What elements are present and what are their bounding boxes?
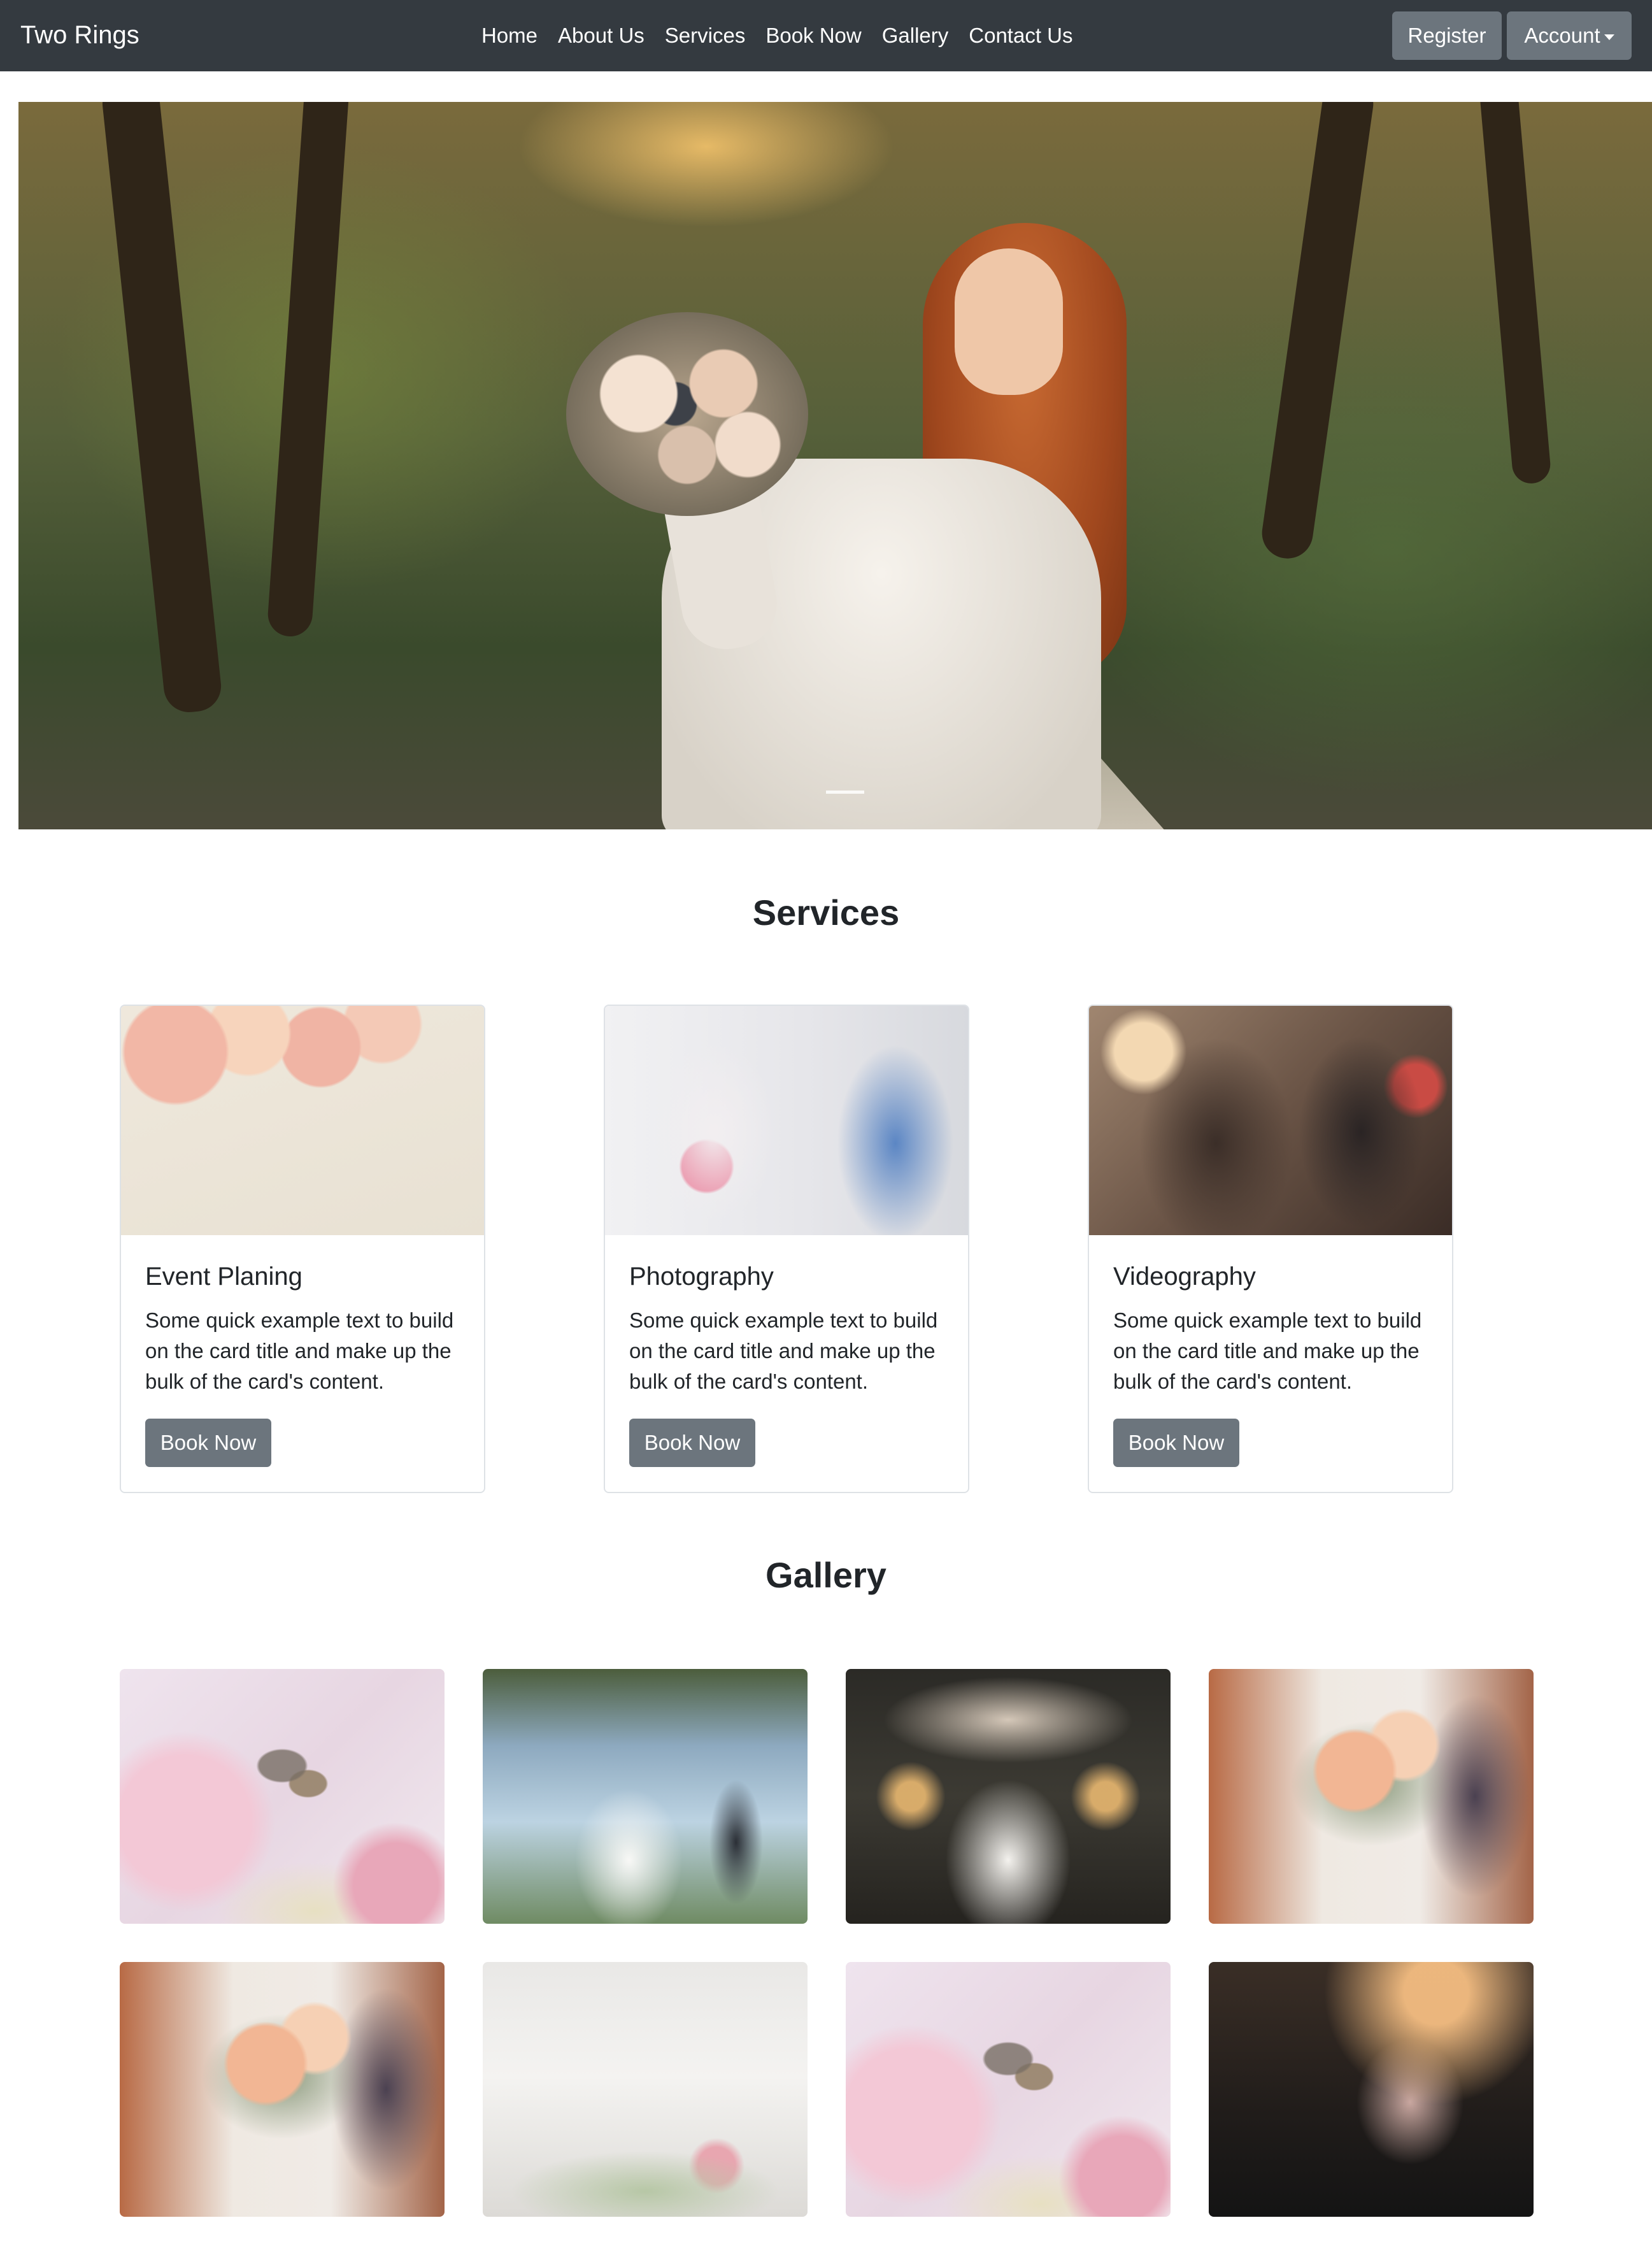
service-card-videography: Videography Some quick example text to b…: [1088, 1005, 1453, 1493]
bouquet: [566, 312, 808, 516]
brand-logo[interactable]: Two Rings: [20, 19, 139, 51]
gallery-image-bouquet-dark[interactable]: [1209, 1962, 1534, 2217]
photographer-image: [605, 1006, 968, 1235]
register-button-label: Register: [1407, 24, 1486, 47]
gallery-image-rings[interactable]: [846, 1962, 1171, 2217]
gallery-image-couple-night[interactable]: [846, 1669, 1171, 1924]
nav-link-services[interactable]: Services: [665, 20, 746, 51]
card-title: Event Planing: [145, 1263, 303, 1291]
card-title: Photography: [629, 1263, 774, 1291]
navbar: Two Rings Home About Us Services Book No…: [0, 0, 1652, 71]
nav-link-about-us[interactable]: About Us: [558, 20, 644, 51]
service-card-photography: Photography Some quick example text to b…: [604, 1005, 969, 1493]
caret-down-icon: [1604, 34, 1614, 40]
card-text: Some quick example text to build on the …: [1113, 1308, 1422, 1393]
nav-link-book-now[interactable]: Book Now: [765, 20, 861, 51]
gallery-image-couple-outdoor[interactable]: [483, 1669, 808, 1924]
gallery-heading: Gallery: [765, 1555, 887, 1595]
card-text: Some quick example text to build on the …: [629, 1308, 938, 1393]
nav-link-home[interactable]: Home: [481, 20, 538, 51]
card-title: Videography: [1113, 1263, 1256, 1291]
gallery-image-bouquet[interactable]: [120, 1962, 445, 2217]
service-card-event-planning: Event Planing Some quick example text to…: [120, 1005, 485, 1493]
tree-trunk: [99, 102, 224, 715]
tree-trunk: [266, 102, 350, 638]
account-dropdown-button[interactable]: Account: [1507, 11, 1632, 60]
wedding-calendar-image: [121, 1006, 484, 1235]
carousel-indicator-active[interactable]: [826, 791, 864, 794]
nav-link-contact-us[interactable]: Contact Us: [969, 20, 1072, 51]
gallery-image-rings[interactable]: [120, 1669, 445, 1924]
tree-trunk: [1258, 102, 1377, 562]
nav-links: Home About Us Services Book Now Gallery …: [481, 20, 1093, 51]
bride-face: [955, 248, 1063, 395]
gallery-image-reception-table[interactable]: [483, 1962, 808, 2217]
services-heading: Services: [752, 892, 900, 933]
register-button[interactable]: Register: [1392, 11, 1502, 60]
book-now-button[interactable]: Book Now: [145, 1419, 271, 1467]
videographer-image: [1089, 1006, 1452, 1235]
nav-link-gallery[interactable]: Gallery: [882, 20, 949, 51]
book-now-button[interactable]: Book Now: [1113, 1419, 1239, 1467]
gallery-image-bouquet[interactable]: [1209, 1669, 1534, 1924]
account-button-label: Account: [1524, 24, 1600, 47]
tree-trunk: [1478, 102, 1552, 485]
book-now-button[interactable]: Book Now: [629, 1419, 755, 1467]
card-text: Some quick example text to build on the …: [145, 1308, 454, 1393]
hero-carousel-image[interactable]: [18, 102, 1652, 829]
